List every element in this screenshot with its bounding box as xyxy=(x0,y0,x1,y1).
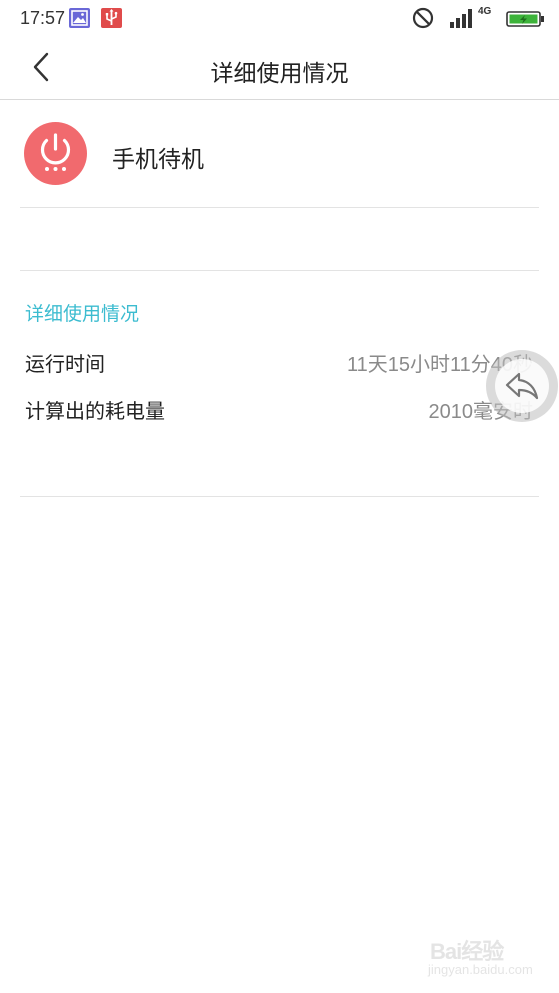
divider xyxy=(20,496,539,497)
watermark: Bai经验 jingyan.baidu.com xyxy=(426,930,546,985)
header: 详细使用情况 xyxy=(0,36,559,100)
page-title: 详细使用情况 xyxy=(210,61,349,87)
gallery-icon xyxy=(69,8,90,28)
detail-label: 运行时间 xyxy=(25,352,105,376)
reply-arrow-icon xyxy=(505,372,539,400)
status-bar: 17:57 4G xyxy=(0,0,559,36)
signal-icon xyxy=(449,7,475,33)
network-type: 4G xyxy=(478,6,492,17)
detail-row-power-consumption: 计算出的耗电量 2010毫安时 xyxy=(25,395,533,425)
battery-charging-icon xyxy=(506,10,546,32)
usb-icon xyxy=(101,8,122,28)
app-summary-row: 手机待机 xyxy=(20,100,539,208)
status-time: 17:57 xyxy=(20,8,66,28)
detail-label: 计算出的耗电量 xyxy=(25,399,165,423)
do-not-disturb-icon xyxy=(412,7,434,33)
watermark-url: jingyan.baidu.com xyxy=(428,962,533,977)
section-title: 详细使用情况 xyxy=(25,303,140,325)
power-icon xyxy=(24,122,87,185)
detail-row-runtime: 运行时间 11天15小时11分40秒 xyxy=(25,348,533,378)
floating-back-button[interactable] xyxy=(486,350,558,422)
divider xyxy=(20,270,539,271)
app-name: 手机待机 xyxy=(112,147,204,173)
